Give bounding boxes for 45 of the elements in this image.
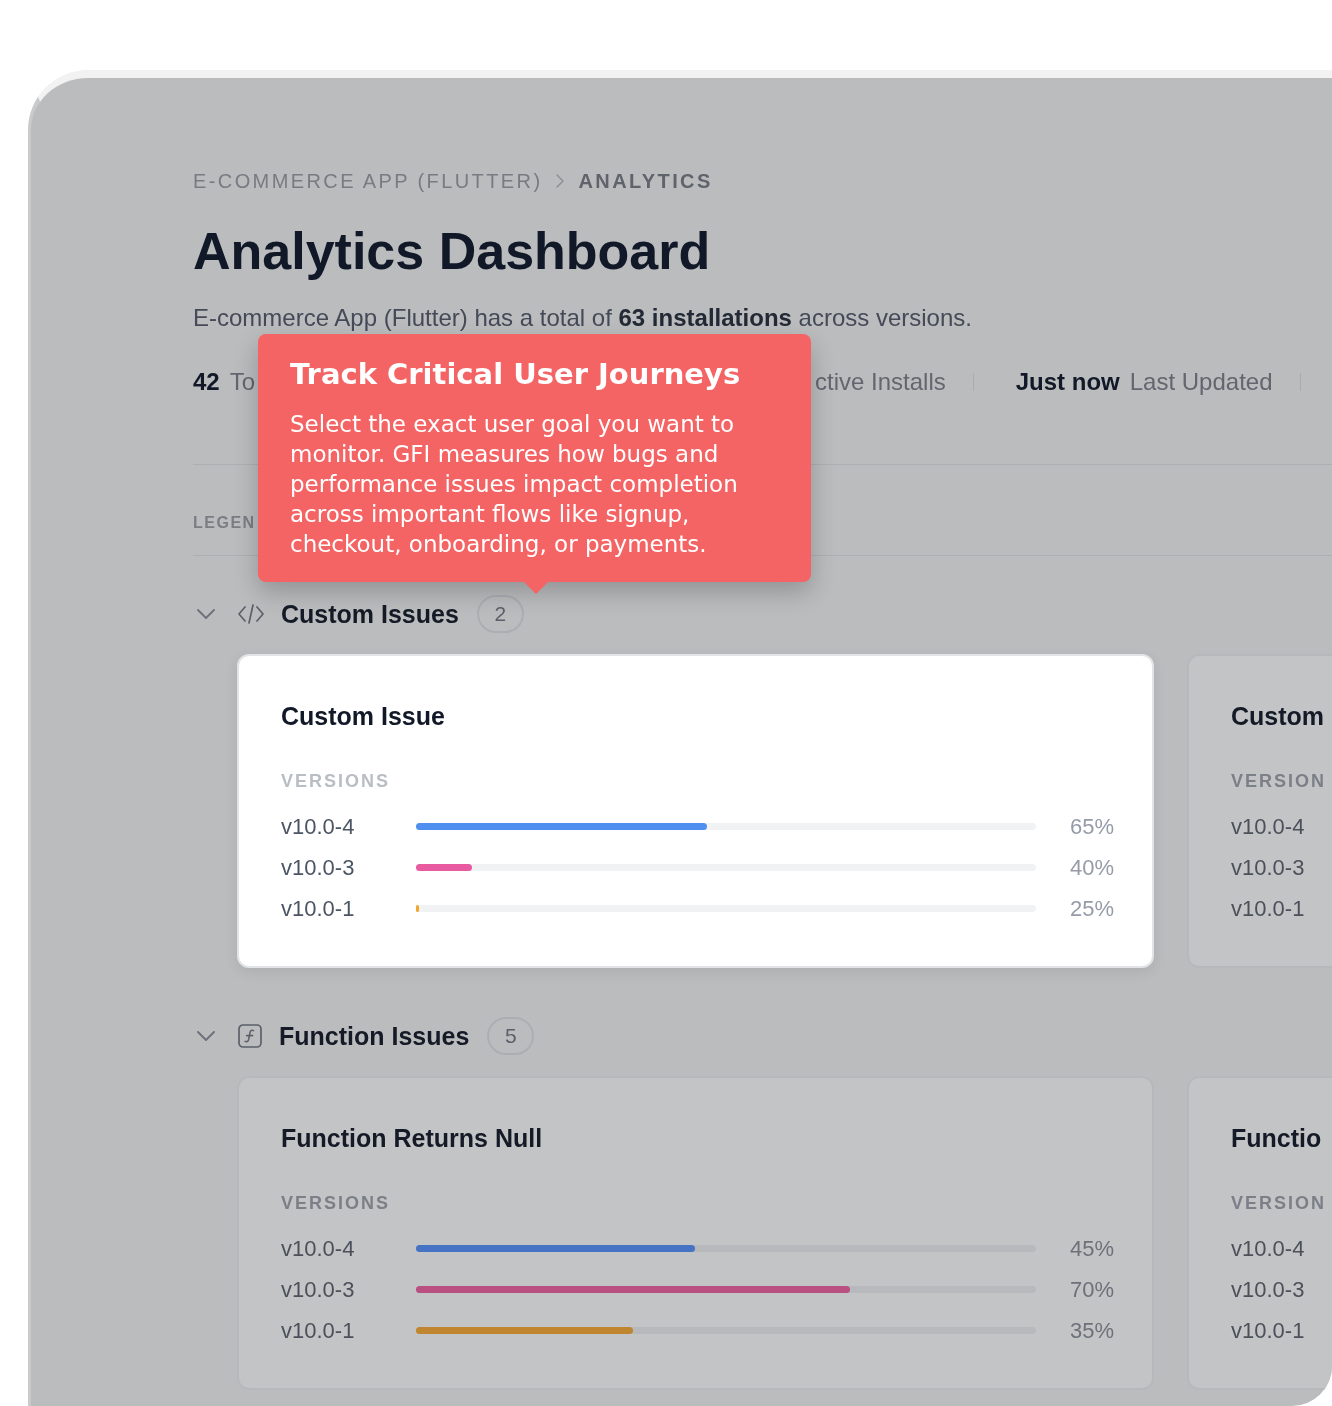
percent-value: 45% [1069, 1234, 1114, 1263]
count-badge: 5 [487, 1017, 535, 1055]
version-label: v10.0-1 [281, 894, 355, 923]
stat-label: To [229, 367, 256, 397]
percent-value: 35% [1069, 1316, 1114, 1345]
function-icon [238, 1024, 262, 1048]
installations-summary: E-commerce App (Flutter) has a total of 63 installations across versions. [193, 303, 972, 332]
version-label: v10.0-3 [1231, 853, 1305, 882]
card-title: Custom Issue [281, 701, 445, 731]
code-icon [238, 604, 264, 624]
versions-heading: VERSIONS [281, 1192, 391, 1214]
version-label: v10.0-3 [281, 853, 355, 882]
version-label: v10.0-4 [281, 812, 355, 841]
stat-value: 42 [193, 367, 220, 397]
version-label: v10.0-1 [1231, 1316, 1305, 1345]
version-label: v10.0-4 [281, 1234, 355, 1263]
versions-heading: VERSION [1231, 1192, 1327, 1214]
percent-value: 40% [1069, 853, 1114, 882]
page-title: Analytics Dashboard [193, 221, 711, 281]
version-label: v10.0-3 [1231, 1275, 1305, 1304]
percent-value: 25% [1069, 894, 1114, 923]
stat-value: Just now [1015, 367, 1120, 397]
section-title: Custom Issues [281, 599, 459, 630]
percent-value: 70% [1069, 1275, 1114, 1304]
versions-heading: VERSION [1231, 770, 1327, 792]
stat-label: ctive Installs [815, 367, 946, 397]
version-label: v10.0-1 [281, 1316, 355, 1345]
stat-label: Last Updated [1129, 367, 1273, 397]
chevron-right-icon [556, 174, 565, 188]
breadcrumb-item: ANALYTICS [578, 169, 713, 194]
card-title: Custom [1231, 701, 1325, 731]
count-badge: 2 [476, 595, 524, 633]
versions-heading: VERSIONS [281, 770, 391, 792]
tooltip-title: Track Critical User Journeys [290, 356, 741, 392]
version-label: v10.0-4 [1231, 812, 1305, 841]
section-title: Function Issues [279, 1021, 470, 1052]
version-label: v10.0-4 [1231, 1234, 1305, 1263]
card-title: Functio [1231, 1123, 1322, 1153]
version-label: v10.0-1 [1231, 894, 1305, 923]
legend-heading: LEGEN [193, 513, 256, 533]
tooltip-text: Select the exact user goal you want to monitor. GFI measures how bugs and performance issues impact completion across important flows like signup, checkout, onboarding, or payments. [290, 410, 739, 559]
percent-value: 65% [1069, 812, 1114, 841]
breadcrumb-item[interactable]: E-COMMERCE APP (FLUTTER) [193, 167, 543, 195]
card-title: Function Returns Null [281, 1123, 543, 1153]
version-label: v10.0-3 [281, 1275, 355, 1304]
